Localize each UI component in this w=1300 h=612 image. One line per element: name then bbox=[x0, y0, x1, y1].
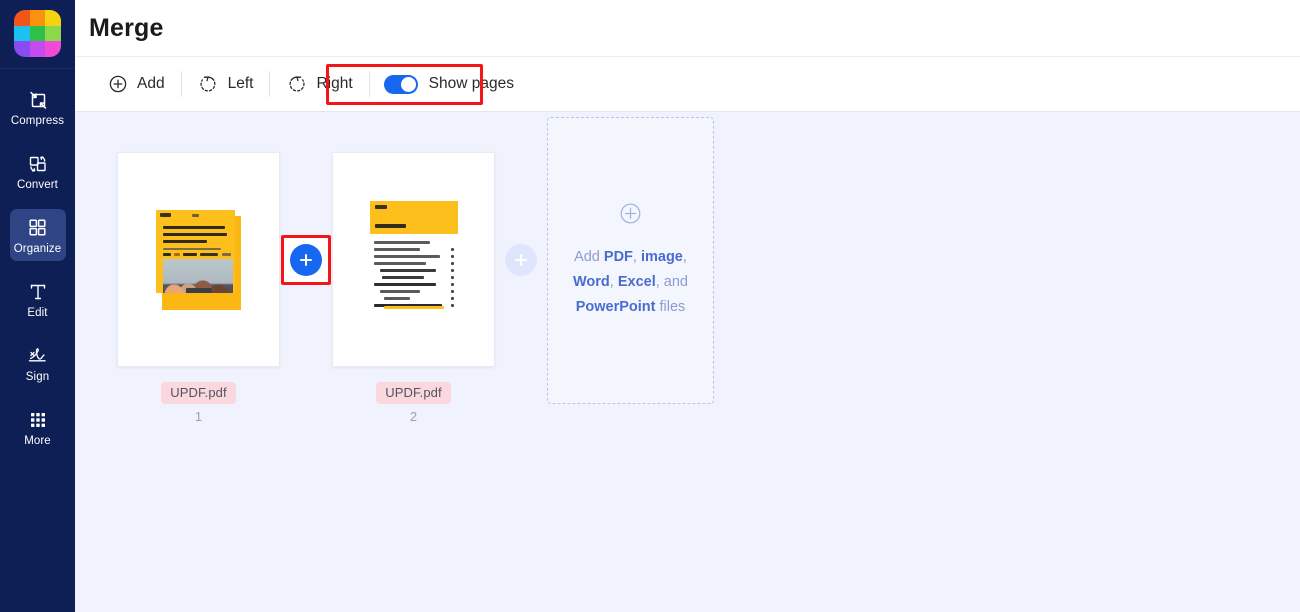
page-file-badge: UPDF.pdf bbox=[376, 382, 450, 404]
dropzone-kw-excel: Excel bbox=[618, 274, 656, 290]
plus-icon bbox=[512, 251, 530, 269]
sidebar-divider bbox=[0, 68, 75, 69]
show-pages-label: Show pages bbox=[429, 75, 514, 93]
sidebar-item-sign[interactable]: Sign bbox=[10, 337, 66, 389]
sidebar-item-compress[interactable]: Compress bbox=[10, 81, 66, 133]
signature-icon bbox=[26, 343, 50, 368]
text-t-icon bbox=[27, 279, 49, 304]
toggle-knob bbox=[401, 77, 416, 92]
dropzone-kw-word: Word bbox=[573, 274, 610, 290]
plus-circle-icon bbox=[618, 201, 643, 231]
sidebar-item-label: Organize bbox=[14, 243, 61, 255]
main-area: Merge Add bbox=[75, 0, 1300, 612]
page-title: Merge bbox=[89, 14, 164, 43]
page-number: 1 bbox=[195, 409, 202, 424]
sidebar-item-organize[interactable]: Organize bbox=[10, 209, 66, 261]
page-number: 2 bbox=[410, 409, 417, 424]
logo-grid bbox=[14, 10, 61, 57]
sidebar-item-label: More bbox=[24, 435, 51, 447]
page-file-badge: UPDF.pdf bbox=[161, 382, 235, 404]
page-thumbnail-1[interactable] bbox=[117, 152, 280, 367]
rotate-right-button[interactable]: Right bbox=[270, 64, 368, 104]
sidebar-item-label: Convert bbox=[17, 179, 58, 191]
add-files-dropzone[interactable]: Add PDF, image, Word, Excel, and PowerPo… bbox=[547, 117, 714, 404]
insert-page-plus-button-ghost[interactable] bbox=[505, 244, 537, 276]
dropzone-text: Add PDF, image, Word, Excel, and PowerPo… bbox=[560, 245, 701, 320]
sidebar-item-edit[interactable]: Edit bbox=[10, 273, 66, 325]
compress-icon bbox=[27, 87, 49, 112]
app-logo[interactable] bbox=[14, 0, 61, 68]
pages-row: UPDF.pdf 1 bbox=[117, 152, 714, 424]
cover-page-preview bbox=[156, 210, 241, 310]
rotate-right-label: Right bbox=[316, 75, 352, 93]
dropzone-kw-powerpoint: PowerPoint bbox=[576, 299, 656, 315]
plus-circle-icon bbox=[107, 74, 128, 95]
plus-icon bbox=[297, 251, 315, 269]
insert-page-plus-button[interactable] bbox=[290, 244, 322, 276]
plus-highlight-box bbox=[281, 235, 331, 285]
dropzone-comma: , bbox=[633, 249, 637, 265]
toggle-switch[interactable] bbox=[384, 75, 418, 94]
sidebar-item-convert[interactable]: Convert bbox=[10, 145, 66, 197]
page-card[interactable]: UPDF.pdf 1 bbox=[117, 152, 280, 424]
page-card[interactable]: UPDF.pdf 2 bbox=[332, 152, 495, 424]
app-window: Compress Convert bbox=[0, 0, 1300, 612]
sidebar-item-label: Compress bbox=[11, 115, 64, 127]
rotate-left-label: Left bbox=[228, 75, 254, 93]
dropzone-and: and bbox=[660, 274, 688, 290]
rotate-left-button[interactable]: Left bbox=[182, 64, 270, 104]
rotate-right-icon bbox=[286, 74, 307, 95]
sidebar-item-label: Sign bbox=[26, 371, 49, 383]
toolbar-group: Add Left bbox=[91, 64, 526, 104]
sidebar-item-more[interactable]: More bbox=[10, 401, 66, 453]
convert-icon bbox=[27, 151, 49, 176]
pages-canvas: UPDF.pdf 1 bbox=[75, 112, 1300, 612]
insert-connector-1[interactable] bbox=[280, 152, 332, 367]
add-button-label: Add bbox=[137, 75, 165, 93]
add-button[interactable]: Add bbox=[91, 64, 181, 104]
toc-page-preview bbox=[370, 201, 458, 319]
rotate-left-icon bbox=[198, 74, 219, 95]
dropzone-comma: , bbox=[610, 274, 614, 290]
insert-connector-2[interactable] bbox=[495, 152, 547, 367]
dropzone-kw-pdf: PDF bbox=[604, 249, 633, 265]
show-pages-toggle[interactable]: Show pages bbox=[370, 64, 526, 104]
left-sidebar: Compress Convert bbox=[0, 0, 75, 612]
sidebar-item-label: Edit bbox=[27, 307, 47, 319]
page-thumbnail-2[interactable] bbox=[332, 152, 495, 367]
dropzone-add-text: Add bbox=[574, 249, 604, 265]
header-bar: Merge bbox=[75, 0, 1300, 57]
dropzone-kw-image: image bbox=[641, 249, 683, 265]
toolbar: Add Left bbox=[75, 57, 1300, 112]
dropzone-files: files bbox=[660, 299, 686, 315]
dots-grid-icon bbox=[28, 407, 48, 432]
grid-icon bbox=[27, 215, 48, 240]
dropzone-comma: , bbox=[683, 249, 687, 265]
